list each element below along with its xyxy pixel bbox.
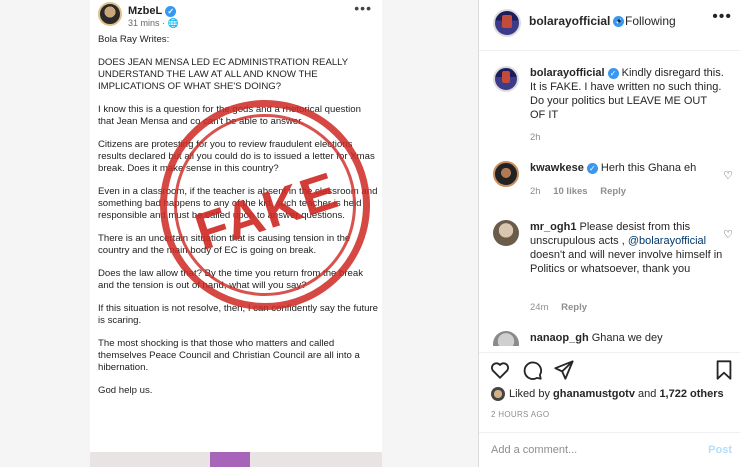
separator-dot: •: [617, 14, 622, 28]
avatar[interactable]: [493, 331, 519, 346]
following-button[interactable]: Following: [625, 14, 676, 28]
comment-text: Ghana we dey: [591, 332, 663, 344]
share-icon[interactable]: [553, 359, 575, 381]
more-options-icon[interactable]: •••: [712, 8, 732, 26]
paragraph: God help us.: [98, 385, 153, 396]
comment-meta: 2h: [530, 132, 551, 143]
avatar[interactable]: [491, 387, 505, 401]
avatar[interactable]: [493, 161, 519, 187]
liker-username[interactable]: ghanamustgotv: [553, 388, 635, 400]
post-timestamp[interactable]: 2 HOURS AGO: [491, 410, 549, 419]
post-sidebar: bolarayofficial ✓ • Following ••• bolaray…: [479, 0, 740, 467]
heart-icon[interactable]: ♡: [723, 228, 733, 241]
post-time: 31 mins · 🌐: [128, 18, 179, 28]
paragraph: There is an uncertain situation that is …: [98, 233, 351, 256]
post-header: bolarayofficial ✓ • Following •••: [479, 0, 740, 51]
header-username[interactable]: bolarayofficial ✓: [529, 14, 625, 28]
paragraph: DOES JEAN MENSA LED EC ADMINISTRATION RE…: [98, 57, 349, 92]
verified-icon: ✓: [165, 5, 177, 17]
post-button[interactable]: Post: [708, 444, 732, 456]
globe-icon: 🌐: [167, 18, 179, 28]
mention-link[interactable]: @bolarayofficial: [628, 235, 706, 247]
post-media[interactable]: MzbeL ✓ 31 mins · 🌐 ••• Bola Ray Writes: …: [0, 0, 478, 467]
comment-body: nanaop_gh Ghana we dey: [530, 331, 725, 345]
verified-icon: ✓: [607, 67, 619, 79]
comment-icon[interactable]: [521, 359, 543, 381]
comment-text: Herh this Ghana eh: [600, 162, 697, 174]
heart-icon[interactable]: [489, 359, 511, 381]
reply-button[interactable]: Reply: [600, 186, 626, 197]
paragraph: Does the law allow that? By the time you…: [98, 268, 364, 291]
bookmark-icon[interactable]: [713, 359, 735, 381]
comment-body: mr_ogh1 Please desist from this unscrupu…: [530, 220, 725, 276]
comment-likes[interactable]: 10 likes: [553, 186, 587, 197]
paragraph: Bola Ray Writes:: [98, 34, 170, 45]
avatar[interactable]: [493, 9, 521, 37]
action-bar: Liked by ghanamustgotv and 1,722 others …: [479, 352, 740, 433]
comment-time[interactable]: 2h: [530, 132, 541, 143]
comment-meta: 2h 10 likes Reply: [530, 186, 636, 197]
comment-username[interactable]: bolarayofficial: [530, 67, 605, 79]
facebook-post-card: MzbeL ✓ 31 mins · 🌐 ••• Bola Ray Writes: …: [90, 0, 382, 467]
paragraph: Even in a classroom, if the teacher is a…: [98, 186, 378, 221]
comments-list[interactable]: bolarayofficial ✓ Kindly disregard this. …: [479, 56, 740, 346]
post-text: Bola Ray Writes: DOES JEAN MENSA LED EC …: [98, 34, 378, 408]
author-avatar: [98, 2, 122, 26]
paragraph: I know this is a question for the gods a…: [98, 104, 361, 127]
comment-body: bolarayofficial ✓ Kindly disregard this. …: [530, 66, 725, 122]
likes-count[interactable]: 1,722 others: [659, 388, 723, 400]
attached-photo: [90, 452, 382, 467]
avatar[interactable]: [493, 66, 519, 92]
comment-text: doesn't and will never involve himself i…: [530, 249, 723, 275]
heart-icon[interactable]: ♡: [723, 169, 733, 182]
comment-time[interactable]: 2h: [530, 186, 541, 197]
comment-username[interactable]: mr_ogh1: [530, 221, 576, 233]
paragraph: Citizens are protesting for you to revie…: [98, 139, 375, 174]
verified-icon: ✓: [586, 162, 598, 174]
paragraph: If this situation is not resolve, then, …: [98, 303, 378, 326]
comment-username[interactable]: kwawkese: [530, 162, 584, 174]
paragraph: The most shocking is that those who matt…: [98, 338, 360, 373]
reply-button[interactable]: Reply: [561, 302, 587, 313]
author-name: MzbeL ✓: [128, 5, 177, 17]
comment-input[interactable]: Add a comment...: [491, 444, 577, 456]
more-options-icon: •••: [354, 0, 372, 16]
likes-summary: Liked by ghanamustgotv and 1,722 others: [491, 387, 724, 401]
comment-username[interactable]: nanaop_gh: [530, 332, 589, 344]
comment-body: kwawkese ✓ Herh this Ghana eh: [530, 161, 725, 175]
comment-meta: 24m Reply: [530, 302, 597, 313]
comment-time[interactable]: 24m: [530, 302, 548, 313]
add-comment-bar: Add a comment... Post: [479, 432, 740, 468]
avatar[interactable]: [493, 220, 519, 246]
